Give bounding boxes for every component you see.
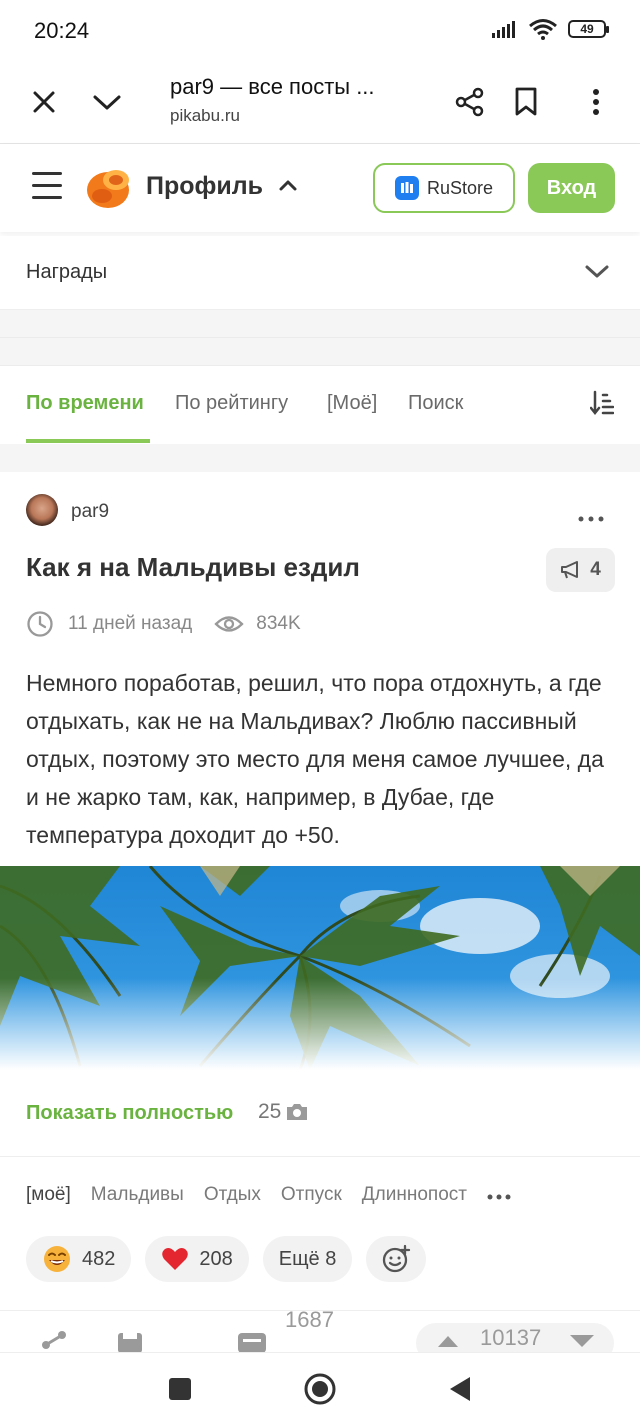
post-more-button[interactable] <box>578 502 604 528</box>
share-icon <box>455 87 484 117</box>
minimize-button[interactable] <box>83 78 131 126</box>
save-icon[interactable] <box>116 1329 146 1353</box>
post-views: 834K <box>256 613 301 634</box>
awards-label: Награды <box>26 261 108 283</box>
eye-icon <box>214 616 244 632</box>
tag-item[interactable]: Отдых <box>204 1184 261 1206</box>
post-actions: 1687 10137 <box>0 1307 640 1363</box>
camera-icon <box>287 1104 308 1120</box>
tag-item[interactable]: Мальдивы <box>91 1184 184 1206</box>
bookmark-icon <box>515 87 537 116</box>
rustore-icon <box>394 176 419 200</box>
close-tab-button[interactable] <box>20 78 68 126</box>
clock-icon <box>27 611 53 637</box>
sort-icon[interactable] <box>590 390 614 416</box>
status-time: 20:24 <box>34 18 90 43</box>
comments-button[interactable]: 4 <box>546 548 615 592</box>
comments-icon[interactable] <box>236 1329 268 1353</box>
back-triangle-icon <box>450 1377 470 1401</box>
pikabu-logo-icon[interactable] <box>86 166 132 210</box>
show-full-post-link[interactable]: Показать полностью <box>26 1102 233 1125</box>
profile-label[interactable]: Профиль <box>146 172 263 201</box>
status-icons: 49 <box>492 18 609 40</box>
bookmark-button[interactable] <box>502 78 550 126</box>
avatar[interactable] <box>26 494 58 526</box>
site-header: Профиль RuStore Вход <box>0 144 640 232</box>
tag-item[interactable]: Длиннопост <box>362 1184 467 1206</box>
post-image[interactable] <box>0 866 640 1070</box>
browser-toolbar: par9 — все посты ... pikabu.ru <box>0 62 640 144</box>
tab-search[interactable]: Поиск <box>408 392 463 415</box>
laughing-face-icon <box>44 1246 70 1272</box>
square-icon <box>169 1378 191 1400</box>
rustore-label: RuStore <box>426 177 494 198</box>
recent-apps-button[interactable] <box>158 1367 202 1411</box>
tab-by-time[interactable]: По времени <box>26 392 144 415</box>
post-title[interactable]: Как я на Мальдивы ездил <box>26 552 360 583</box>
reaction-count: 482 <box>82 1247 116 1270</box>
post-author[interactable]: par9 <box>71 501 109 523</box>
heart-icon <box>162 1248 189 1270</box>
back-button[interactable] <box>438 1367 482 1411</box>
add-reaction-button[interactable] <box>366 1236 427 1282</box>
more-reactions-button[interactable]: Ещё 8 <box>262 1236 353 1282</box>
post-tags: [моё] Мальдивы Отдых Отпуск Длиннопост <box>26 1184 511 1206</box>
post-time: 11 дней назад <box>68 613 193 634</box>
tag-item[interactable]: Отпуск <box>281 1184 342 1206</box>
photo-count: 25 <box>258 1100 309 1124</box>
downvote-icon[interactable] <box>568 1333 596 1349</box>
rating-value: 10137 <box>480 1325 542 1350</box>
comments-count: 4 <box>590 559 601 580</box>
section-gap <box>0 310 640 366</box>
page-title: par9 — все посты ... <box>170 74 375 99</box>
battery-icon: 49 <box>568 20 609 38</box>
feed-gap <box>0 444 640 472</box>
upvote-icon[interactable] <box>436 1333 460 1349</box>
wifi-icon <box>529 19 557 40</box>
post-text: Немного поработав, решил, что пора отдох… <box>26 670 604 848</box>
status-bar: 20:24 49 <box>0 0 640 62</box>
menu-icon[interactable] <box>32 172 62 202</box>
photo-count-value: 25 <box>258 1100 282 1123</box>
feed-tabs: По времени По рейтингу [Моё] Поиск <box>0 366 640 444</box>
chevron-up-icon[interactable] <box>278 178 298 192</box>
tab-by-rating[interactable]: По рейтингу <box>175 392 288 415</box>
palm-trees-image <box>0 866 640 1070</box>
reaction-count: 208 <box>199 1247 233 1270</box>
post-meta: 11 дней назад 834K <box>26 610 301 638</box>
more-horizontal-icon <box>578 516 604 522</box>
reaction-heart-button[interactable]: 208 <box>145 1236 249 1282</box>
share-button[interactable] <box>446 78 494 126</box>
login-button[interactable]: Вход <box>528 163 615 213</box>
signal-icon <box>492 21 515 38</box>
post-card: par9 Как я на Мальдивы ездил 4 11 дней н… <box>0 472 640 1363</box>
megaphone-icon <box>561 561 579 579</box>
close-icon <box>33 91 55 113</box>
saves-count: 1687 <box>285 1307 334 1332</box>
reaction-laugh-button[interactable]: 482 <box>26 1236 132 1282</box>
page-url[interactable]: pikabu.ru <box>170 106 240 126</box>
reactions-row: 482 208 Ещё 8 <box>26 1236 427 1282</box>
home-circle-icon <box>304 1373 336 1405</box>
chevron-down-icon <box>585 265 609 278</box>
awards-section[interactable]: Награды <box>0 236 640 310</box>
more-horizontal-icon <box>487 1194 511 1200</box>
divider <box>0 1156 640 1157</box>
tag-item[interactable]: [моё] <box>26 1184 71 1206</box>
tags-more-button[interactable] <box>487 1184 511 1206</box>
rustore-button[interactable]: RuStore <box>373 163 515 213</box>
home-button[interactable] <box>298 1367 342 1411</box>
share-icon[interactable] <box>40 1329 70 1353</box>
add-emoji-icon <box>383 1244 411 1273</box>
more-vertical-icon <box>593 89 599 115</box>
chevron-down-icon <box>93 95 121 110</box>
system-navigation-bar <box>0 1352 640 1423</box>
tab-mine[interactable]: [Моё] <box>327 392 377 415</box>
browser-menu-button[interactable] <box>572 78 620 126</box>
active-tab-indicator <box>26 439 150 443</box>
